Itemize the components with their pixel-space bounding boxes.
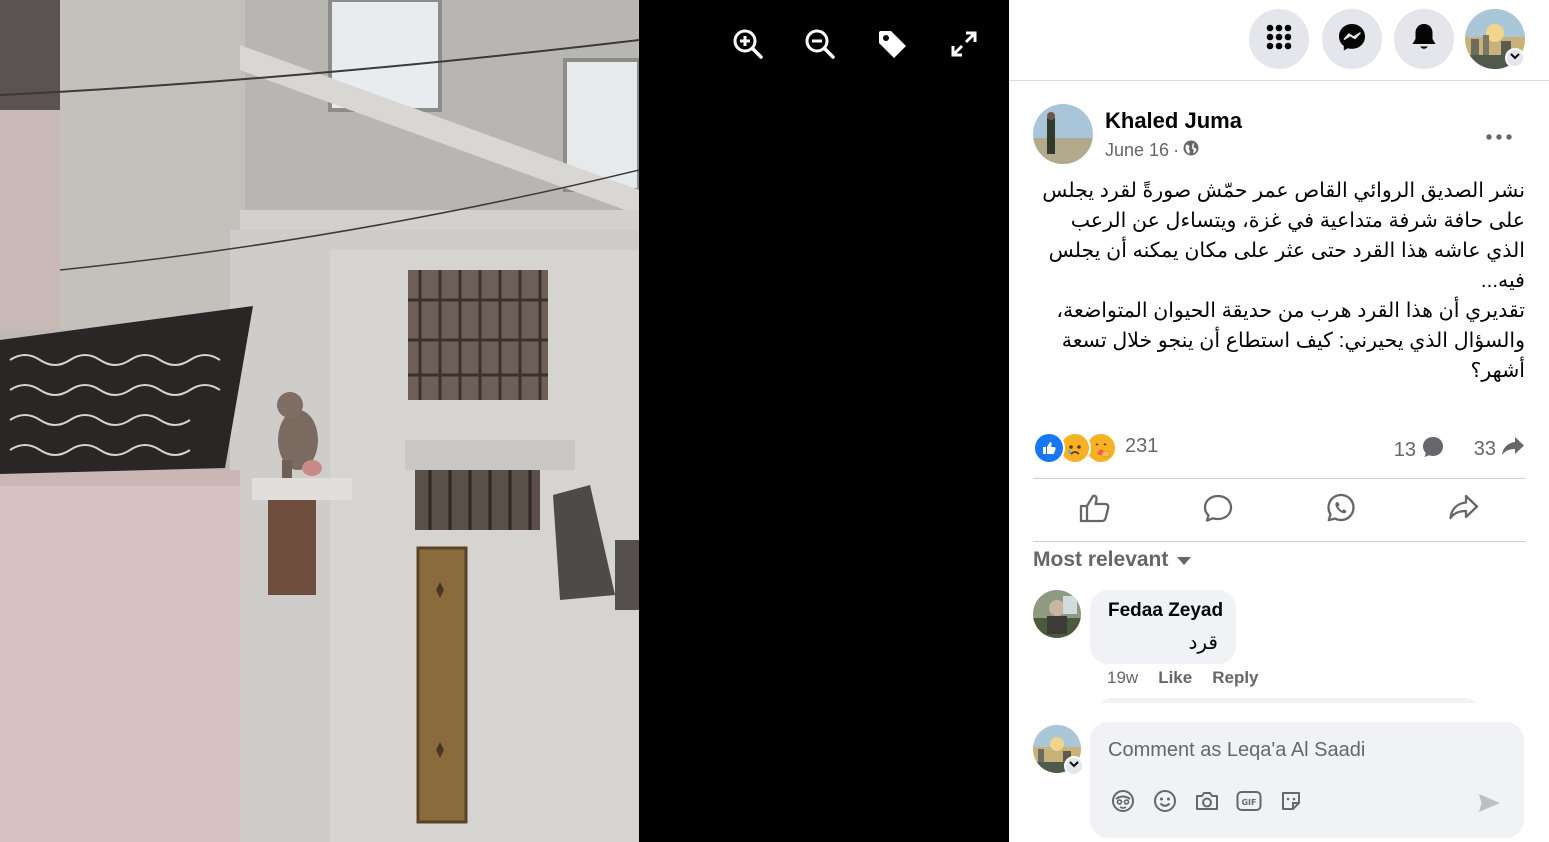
post-meta: June 16 · xyxy=(1105,140,1199,161)
emoji-icon xyxy=(1153,789,1177,818)
photo-image xyxy=(0,0,639,842)
like-button[interactable] xyxy=(1033,479,1156,541)
comment-icon xyxy=(1202,493,1234,528)
author-name[interactable]: Khaled Juma xyxy=(1105,108,1242,134)
share-button[interactable] xyxy=(1402,479,1525,541)
caret-down-icon xyxy=(1176,548,1192,572)
shares-count-value: 33 xyxy=(1473,437,1496,460)
svg-text:GIF: GIF xyxy=(1241,798,1256,807)
avatar-sticker-button[interactable] xyxy=(1108,788,1138,818)
comment-bubble: Fedaa Zeyad قرد xyxy=(1090,590,1236,664)
post-options-button[interactable] xyxy=(1479,116,1519,156)
gif-button[interactable]: GIF xyxy=(1234,788,1264,818)
menu-grid-icon xyxy=(1265,23,1293,56)
comment-bubble-icon xyxy=(1421,435,1445,465)
comment-button[interactable] xyxy=(1156,479,1279,541)
zoom-out-button[interactable] xyxy=(802,28,838,64)
sticker-icon xyxy=(1279,789,1303,818)
comment-meta: 19w Like Reply xyxy=(1107,668,1259,688)
tag-icon xyxy=(876,28,908,65)
comments-count[interactable]: 13 xyxy=(1394,435,1445,465)
avatar-sticker-icon xyxy=(1111,789,1135,818)
comment-age[interactable]: 19w xyxy=(1107,668,1138,688)
notifications-button[interactable] xyxy=(1394,9,1454,69)
like-reaction-icon xyxy=(1033,432,1065,464)
post-header: Khaled Juma June 16 · xyxy=(1033,104,1525,166)
fullscreen-button[interactable] xyxy=(946,28,982,64)
comment-author[interactable]: Fedaa Zeyad xyxy=(1108,600,1223,622)
zoom-out-icon xyxy=(804,28,836,65)
comments-count-value: 13 xyxy=(1393,438,1416,461)
zoom-in-icon xyxy=(732,28,764,65)
post-text: نشر الصديق الروائي القاص عمر حمّش صورةً … xyxy=(1042,179,1525,382)
comment-item: Fedaa Zeyad قرد 19w Like Reply xyxy=(1033,590,1525,690)
send-icon xyxy=(1477,792,1501,819)
globe-icon xyxy=(1183,140,1199,161)
author-avatar[interactable] xyxy=(1033,104,1093,164)
commenter-avatar[interactable] xyxy=(1033,590,1081,638)
post-date[interactable]: June 16 xyxy=(1105,140,1169,161)
sort-label: Most relevant xyxy=(1033,548,1169,571)
comment-reply-button[interactable]: Reply xyxy=(1212,668,1258,688)
comment-like-button[interactable]: Like xyxy=(1158,668,1192,688)
reaction-count[interactable]: 231 xyxy=(1125,435,1158,458)
share-icon xyxy=(1448,493,1480,528)
shares-count[interactable]: 33 xyxy=(1474,435,1525,463)
comments-sort-dropdown[interactable]: Most relevant xyxy=(1033,548,1192,572)
menu-button[interactable] xyxy=(1249,9,1309,69)
like-icon xyxy=(1079,493,1111,528)
composer-tools: GIF xyxy=(1108,788,1306,818)
tag-photo-button[interactable] xyxy=(874,28,910,64)
notifications-bell-icon xyxy=(1410,22,1438,57)
sticker-button[interactable] xyxy=(1276,788,1306,818)
more-options-icon xyxy=(1486,127,1512,145)
messenger-icon xyxy=(1337,22,1367,57)
post-photo[interactable] xyxy=(0,0,639,842)
comment-text: قرد xyxy=(1188,632,1218,654)
composer-identity-caret[interactable] xyxy=(1064,756,1084,776)
share-arrow-icon xyxy=(1501,435,1525,463)
whatsapp-icon xyxy=(1325,492,1357,529)
camera-icon xyxy=(1194,789,1220,818)
photo-viewer xyxy=(0,0,1009,842)
comment-composer-bar: GIF xyxy=(1009,703,1549,842)
emoji-button[interactable] xyxy=(1150,788,1180,818)
reaction-icons[interactable] xyxy=(1033,432,1117,464)
photo-button[interactable] xyxy=(1192,788,1222,818)
comment-composer: GIF xyxy=(1090,722,1524,838)
post-actions xyxy=(1033,478,1525,542)
account-menu-caret[interactable] xyxy=(1505,48,1525,68)
messenger-button[interactable] xyxy=(1322,9,1382,69)
gif-icon: GIF xyxy=(1236,790,1262,817)
fullscreen-icon xyxy=(950,30,978,63)
chevron-down-icon xyxy=(1509,49,1521,67)
chevron-down-icon xyxy=(1068,757,1080,775)
meta-separator: · xyxy=(1173,140,1180,160)
top-bar xyxy=(1009,0,1549,81)
reactions-summary: 231 13 33 xyxy=(1033,428,1525,466)
comment-input[interactable] xyxy=(1108,732,1508,768)
send-comment-button[interactable] xyxy=(1474,790,1504,820)
zoom-in-button[interactable] xyxy=(730,28,766,64)
whatsapp-share-button[interactable] xyxy=(1279,479,1402,541)
